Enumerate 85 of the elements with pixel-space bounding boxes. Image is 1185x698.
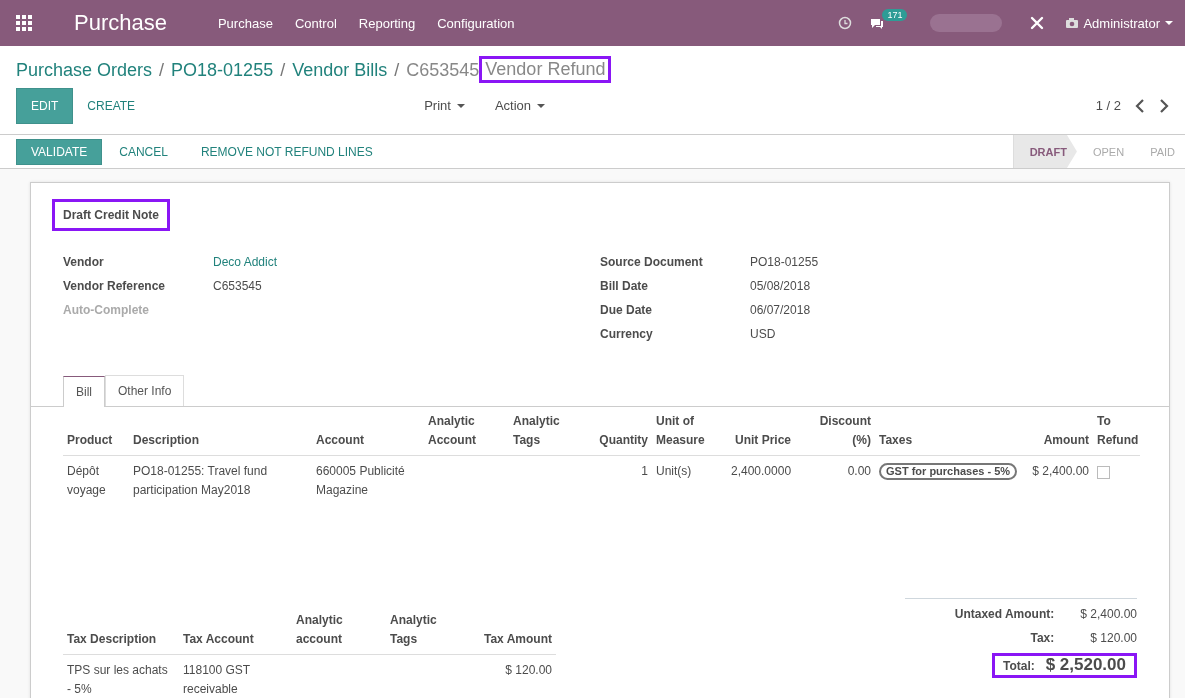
field-label: Vendor Reference	[63, 278, 167, 295]
field-value: 05/08/2018	[750, 278, 812, 295]
column-header: Product	[63, 407, 129, 456]
table-cell: 1	[580, 455, 652, 506]
total-label: Total:	[1003, 658, 1035, 675]
chevron-right-icon[interactable]	[1159, 98, 1169, 113]
validate-button[interactable]: VALIDATE	[16, 138, 103, 165]
column-header: Unit of Measure	[652, 407, 727, 456]
caret-icon[interactable]	[1165, 21, 1173, 25]
table-cell: PO18-01255: Travel fund participation May2018	[129, 455, 312, 506]
field-value: C653545	[213, 278, 263, 295]
table-cell: Dépôt voyage	[63, 455, 129, 506]
total-value: $ 2,400.00	[1080, 606, 1137, 623]
message-count-badge: 171	[882, 8, 908, 21]
record-title: C653545	[406, 59, 480, 81]
edit-button[interactable]: EDIT	[16, 87, 74, 124]
column-header: Tax Amount	[470, 606, 556, 655]
breadcrumb-separator: /	[159, 59, 165, 81]
camera-icon	[1066, 17, 1079, 29]
status-stage[interactable]: DRAFT	[1012, 135, 1077, 168]
action-button[interactable]: CANCEL	[103, 139, 184, 164]
column-header: Analytic Tags	[509, 407, 580, 456]
column-header: Unit Price	[727, 407, 795, 456]
user-name[interactable]: Administrator	[1083, 15, 1160, 31]
total-value: $ 120.00	[1089, 630, 1137, 647]
field-value: PO18-01255	[750, 254, 819, 271]
table-cell: 118100 GST receivable	[179, 654, 292, 698]
menu-item[interactable]: Control	[283, 15, 348, 31]
column-header: Description	[129, 407, 312, 456]
field-link[interactable]: Deco Addict	[213, 253, 600, 271]
chevron-left-icon[interactable]	[1135, 98, 1145, 113]
field-label: Bill Date	[600, 278, 649, 295]
tab[interactable]: Other Info	[105, 375, 185, 406]
total-label: Untaxed Amount:	[953, 606, 1055, 623]
column-header: Analytic Tags	[386, 606, 470, 655]
column-header: Quantity	[580, 407, 652, 456]
breadcrumb-link[interactable]: Purchase Orders	[16, 59, 153, 81]
breadcrumb-separator: /	[280, 59, 286, 81]
apps-grid-icon[interactable]	[16, 15, 32, 31]
tab[interactable]: Bill	[63, 376, 105, 407]
app-title: Purchase	[74, 10, 167, 36]
field-value: USD	[750, 326, 777, 343]
caret-icon	[537, 103, 545, 108]
column-header: Account	[312, 407, 424, 456]
dropdown-toggle[interactable]: Action	[494, 98, 545, 113]
document-status-title: Draft Credit Note	[52, 199, 170, 231]
column-header: Tax Description	[63, 606, 179, 655]
table-cell: $ 2,400.00	[1021, 455, 1093, 506]
field-label: Currency	[600, 326, 654, 343]
table-cell: $ 120.00	[470, 654, 556, 698]
table-cell: Unit(s)	[652, 455, 727, 506]
menu-item[interactable]: Reporting	[347, 15, 427, 31]
table-cell: 0.00	[795, 455, 875, 506]
field-label: Source Document	[600, 254, 704, 271]
refund-checkbox[interactable]	[1097, 466, 1110, 479]
breadcrumb-separator: /	[394, 59, 400, 81]
dropdown-toggle[interactable]: Print	[424, 98, 465, 113]
column-header: Tax Account	[179, 606, 292, 655]
chat-icon[interactable]	[870, 16, 885, 30]
total-value: $ 2,520.00	[1045, 656, 1126, 674]
table-cell: 660005 Publicité Magazine	[312, 455, 424, 506]
column-header: Analytic Account	[424, 407, 509, 456]
column-header: Discount (%)	[795, 407, 875, 456]
column-header: Analytic account	[292, 606, 386, 655]
pager-value: 1 / 2	[1095, 98, 1121, 113]
record-title: Vendor Refund	[479, 55, 612, 83]
tax-tag: GST for purchases - 5%	[879, 463, 1018, 480]
action-button[interactable]: REMOVE NOT REFUND LINES	[184, 139, 389, 164]
table-cell: 2,400.0000	[727, 455, 795, 506]
breadcrumb-link[interactable]: PO18-01255	[171, 59, 274, 81]
field-label: Due Date	[600, 302, 653, 319]
menu-item[interactable]: Configuration	[426, 15, 526, 31]
breadcrumb-link[interactable]: Vendor Bills	[292, 59, 388, 81]
tools-icon[interactable]	[1030, 16, 1045, 30]
field-value: 06/07/2018	[750, 302, 812, 319]
total-label: Tax:	[1029, 630, 1055, 647]
clock-icon[interactable]	[838, 16, 853, 30]
column-header: Taxes	[875, 407, 1021, 456]
field-label: Vendor	[63, 254, 105, 271]
caret-icon	[456, 103, 465, 108]
table-cell: TPS sur les achats - 5%	[63, 654, 179, 698]
menu-item[interactable]: Purchase	[206, 15, 284, 31]
create-button[interactable]: CREATE	[73, 88, 150, 123]
column-header: To Refund	[1093, 407, 1140, 456]
column-header: Amount	[1021, 407, 1093, 456]
